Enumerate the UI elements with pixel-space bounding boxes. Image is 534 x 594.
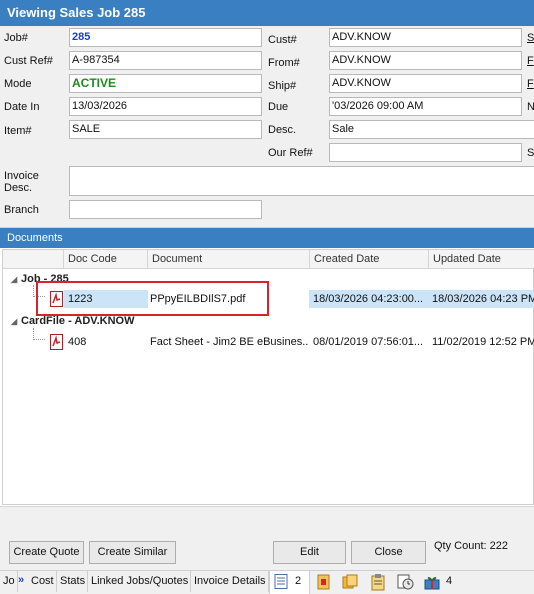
col-created-date[interactable]: Created Date — [309, 250, 428, 269]
group-cardfile-label: CardFile - ADV.KNOW — [21, 315, 135, 327]
cust-ref-field[interactable]: A-987354 — [69, 51, 262, 70]
due-field[interactable]: '03/2026 09:00 AM — [329, 97, 522, 116]
attach-count: 4 — [446, 575, 453, 587]
doc-count: 2 — [295, 575, 302, 587]
grid-header: Doc Code Document Created Date Updated D… — [3, 250, 534, 269]
mode-field: ACTIVE — [69, 74, 262, 93]
document-cell[interactable]: PPpyEILBDIlS7.pdf — [146, 290, 308, 308]
ship-field[interactable]: ADV.KNOW — [329, 74, 522, 93]
clipboard-icon[interactable] — [369, 573, 387, 591]
right-label-2[interactable]: F — [527, 55, 534, 67]
table-row[interactable]: 1223 PPpyEILBDIlS7.pdf 18/03/2026 04:23:… — [3, 290, 534, 308]
edit-button[interactable]: Edit — [273, 541, 346, 564]
invoice-desc-label-1: Invoice — [4, 170, 39, 182]
invoice-desc-field[interactable] — [69, 166, 534, 196]
job-number-field[interactable]: 285 — [69, 28, 262, 47]
pdf-icon — [50, 291, 63, 307]
tab-linked-jobs[interactable]: Linked Jobs/Quotes — [88, 571, 191, 592]
right-label-3[interactable]: F — [527, 78, 534, 90]
ship-label[interactable]: Ship# — [268, 80, 296, 92]
window-title: Viewing Sales Job 285 — [0, 0, 534, 26]
updated-date-cell[interactable]: 11/02/2019 12:52 PM — [428, 333, 534, 351]
bottom-tabs: Jo » Cost Stats Linked Jobs/Quotes Invoi… — [0, 570, 534, 594]
desc-label: Desc. — [268, 124, 297, 136]
cust-ref-label: Cust Ref# — [4, 55, 53, 67]
collapse-triangle-icon[interactable]: ◢ — [11, 317, 21, 326]
table-row[interactable]: 408 Fact Sheet - Jim2 BE eBusines... 08/… — [3, 333, 534, 351]
tab-documents[interactable]: 2 — [269, 571, 310, 594]
history-icon[interactable] — [396, 573, 414, 591]
job-label: Job# — [4, 32, 28, 44]
tab-scroll-icon[interactable]: » — [18, 574, 24, 586]
our-ref-field[interactable] — [329, 143, 522, 162]
tab-jo[interactable]: Jo — [0, 571, 18, 592]
desc-field[interactable]: Sale — [329, 120, 534, 139]
document-cell[interactable]: Fact Sheet - Jim2 BE eBusines... — [146, 333, 308, 351]
item-label: Item# — [4, 125, 32, 137]
date-in-label: Date In — [4, 101, 40, 113]
updated-date-cell[interactable]: 18/03/2026 04:23 PM — [428, 290, 534, 308]
mode-label: Mode — [4, 78, 32, 90]
right-label-1[interactable]: S — [527, 32, 534, 44]
col-doc-code[interactable]: Doc Code — [63, 250, 147, 269]
created-date-cell[interactable]: 08/01/2019 07:56:01... — [309, 333, 428, 351]
created-date-cell[interactable]: 18/03/2026 04:23:00... — [309, 290, 428, 308]
invoice-desc-label-2: Desc. — [4, 182, 33, 194]
from-field[interactable]: ADV.KNOW — [329, 51, 522, 70]
item-field[interactable]: SALE — [69, 120, 262, 139]
right-label-4: N — [527, 101, 534, 113]
tab-stats[interactable]: Stats — [57, 571, 88, 592]
branch-label: Branch — [4, 204, 39, 216]
document-icon — [274, 574, 288, 589]
doc-code-cell[interactable]: 408 — [64, 333, 148, 351]
create-similar-button[interactable]: Create Similar — [89, 541, 176, 564]
due-label: Due — [268, 101, 289, 113]
tab-cost[interactable]: Cost — [28, 571, 57, 592]
group-cardfile[interactable]: ◢ CardFile - ADV.KNOW — [11, 315, 134, 327]
group-job[interactable]: ◢ Job - 285 — [11, 273, 69, 285]
cust-label[interactable]: Cust# — [268, 34, 297, 46]
doc-code-cell[interactable]: 1223 — [64, 290, 148, 308]
from-label[interactable]: From# — [268, 57, 300, 69]
close-button[interactable]: Close — [351, 541, 426, 564]
col-updated-date[interactable]: Updated Date — [428, 250, 534, 269]
qty-count: Qty Count: 222 — [434, 540, 508, 552]
group-job-label: Job - 285 — [21, 273, 69, 285]
documents-section-header: Documents — [0, 228, 534, 248]
branch-field[interactable] — [69, 200, 262, 219]
our-ref-label: Our Ref# — [268, 147, 313, 159]
right-label-6: S — [527, 147, 534, 159]
cust-field[interactable]: ADV.KNOW — [329, 28, 522, 47]
gift-icon[interactable] — [423, 573, 441, 591]
create-quote-button[interactable]: Create Quote — [9, 541, 84, 564]
documents-grid[interactable]: Doc Code Document Created Date Updated D… — [2, 249, 534, 505]
collapse-triangle-icon[interactable]: ◢ — [11, 275, 21, 284]
tab-invoice-details[interactable]: Invoice Details — [191, 571, 269, 592]
col-document[interactable]: Document — [147, 250, 309, 269]
pdf-icon — [50, 334, 63, 350]
report-icon[interactable] — [315, 573, 333, 591]
folders-icon[interactable] — [341, 573, 359, 591]
date-in-field[interactable]: 13/03/2026 — [69, 97, 262, 116]
